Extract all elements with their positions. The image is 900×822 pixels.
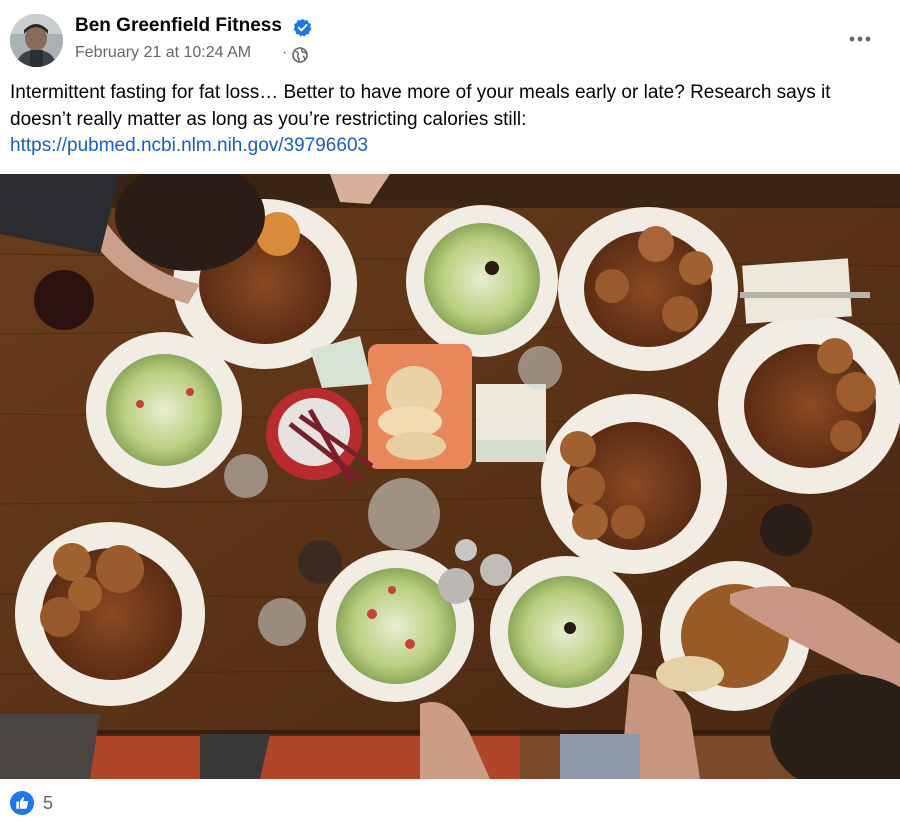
post-image[interactable]	[0, 174, 900, 779]
avatar-image	[10, 14, 63, 67]
more-options-button[interactable]	[840, 24, 880, 54]
like-reaction-icon	[10, 791, 34, 815]
post-message: Intermittent fasting for fat loss… Bette…	[10, 82, 831, 130]
post-link[interactable]: https://pubmed.ncbi.nlm.nih.gov/39796603	[10, 135, 368, 156]
post-header: Ben Greenfield Fitness February 21 at 10…	[0, 0, 900, 80]
author-name[interactable]: Ben Greenfield Fitness	[75, 15, 282, 37]
post-body: Intermittent fasting for fat loss… Bette…	[10, 80, 890, 160]
verified-badge-icon	[293, 18, 312, 37]
food-table-photo	[0, 174, 900, 779]
reactions-summary[interactable]: 5	[10, 790, 53, 816]
post-timestamp[interactable]: February 21 at 10:24 AM	[75, 44, 251, 62]
author-avatar[interactable]	[10, 14, 63, 67]
more-options-icon	[849, 36, 871, 42]
like-count: 5	[43, 792, 54, 813]
globe-icon	[292, 47, 308, 63]
timestamp-separator: ·	[282, 44, 288, 61]
